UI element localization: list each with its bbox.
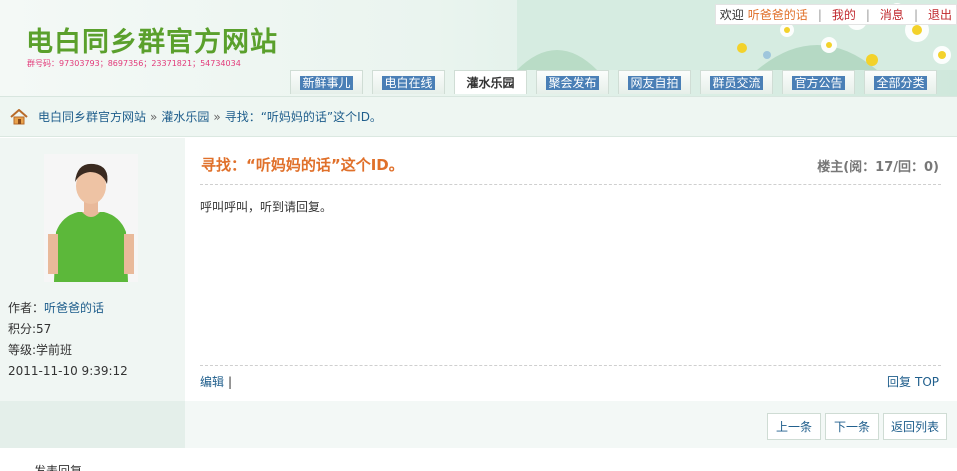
site-title: 电白同乡群官方网站: [26, 27, 278, 58]
post-meta: 楼主(阅：17/回：0): [817, 160, 939, 175]
back-to-list-button[interactable]: 返回列表: [883, 413, 947, 440]
avatar[interactable]: [44, 154, 138, 282]
author-panel-footer: [0, 401, 185, 448]
user-photo-icon: [44, 154, 138, 282]
nav-label: 电白在线: [382, 75, 435, 90]
reply-section-heading: …发表回复: [22, 464, 83, 471]
breadcrumb-section-link[interactable]: 灌水乐园: [161, 108, 209, 125]
author-level: 等级:学前班: [8, 343, 73, 357]
nav-item-water-park[interactable]: 灌水乐园: [454, 70, 527, 94]
author-label: 作者：: [8, 301, 45, 315]
main-nav: 新鲜事儿 电白在线 灌水乐园 聚会发布 网友自拍 群员交流 官方公告 全部分类: [290, 70, 946, 94]
logout-link[interactable]: 退出: [928, 6, 952, 23]
post-body: 呼叫呼叫，听到请回复。: [200, 200, 333, 214]
welcome-text: 欢迎: [719, 8, 744, 22]
nav-item-dianbai-online[interactable]: 电白在线: [372, 70, 445, 94]
site-header: 电白同乡群官方网站 群号码：97303793；8697356；23371821；…: [0, 0, 957, 97]
post-edit-area: 编辑 |: [200, 373, 232, 390]
nav-item-gathering[interactable]: 聚会发布: [536, 70, 609, 94]
top-link[interactable]: TOP: [915, 375, 939, 389]
nav-label: 网友自拍: [628, 75, 681, 90]
breadcrumb-separator: »: [213, 109, 221, 124]
nav-label: 群员交流: [710, 75, 763, 90]
edit-link[interactable]: 编辑: [200, 375, 224, 389]
divider: [200, 184, 941, 185]
breadcrumb-current: 寻找：“听妈妈的话”这个ID。: [224, 110, 382, 124]
post-reply-area: 回复 TOP: [883, 373, 939, 390]
nav-item-member-chat[interactable]: 群员交流: [700, 70, 773, 94]
author-points: 积分:57: [8, 322, 52, 336]
nav-item-all-categories[interactable]: 全部分类: [864, 70, 937, 94]
author-panel: 作者：听爸爸的话 积分:57 等级:学前班 2011-11-10 9:39:12: [0, 138, 185, 401]
divider: |: [228, 375, 233, 389]
nav-label: 聚会发布: [546, 75, 599, 90]
breadcrumb-home-link[interactable]: 电白同乡群官方网站: [38, 108, 146, 125]
divider: |: [817, 7, 822, 22]
post-time: 2011-11-10 9:39:12: [8, 364, 128, 378]
nav-label: 新鲜事儿: [300, 75, 353, 90]
username-link[interactable]: 听爸爸的话: [748, 6, 808, 23]
group-ids: 群号码：97303793；8697356；23371821；54734034: [27, 59, 241, 68]
post-card: 寻找：“听妈妈的话”这个ID。 楼主(阅：17/回：0) 呼叫呼叫，听到请回复。…: [185, 138, 957, 401]
nav-label: 全部分类: [874, 75, 927, 90]
nav-item-fresh[interactable]: 新鲜事儿: [290, 70, 363, 94]
divider: |: [865, 7, 870, 22]
breadcrumb-separator: »: [150, 109, 158, 124]
home-icon[interactable]: [10, 108, 28, 125]
author-name-link[interactable]: 听爸爸的话: [44, 301, 104, 315]
nav-item-announcement[interactable]: 官方公告: [782, 70, 855, 94]
next-button[interactable]: 下一条: [825, 413, 879, 440]
nav-item-selfie[interactable]: 网友自拍: [618, 70, 691, 94]
user-bar: 欢迎 听爸爸的话 | 我的 | 消息 | 退出: [714, 4, 957, 25]
divider: |: [913, 7, 918, 22]
author-row: 作者：听爸爸的话: [8, 298, 128, 319]
nav-label: 灌水乐园: [466, 75, 515, 90]
mine-link[interactable]: 我的: [832, 6, 856, 23]
post-actions: 上一条 下一条 返回列表: [185, 401, 957, 448]
author-info: 作者：听爸爸的话 积分:57 等级:学前班 2011-11-10 9:39:12: [8, 298, 128, 382]
reply-link[interactable]: 回复: [887, 375, 911, 389]
breadcrumb: 电白同乡群官方网站 » 灌水乐园 » 寻找：“听妈妈的话”这个ID。: [0, 97, 957, 137]
divider: [200, 365, 941, 366]
nav-label: 官方公告: [792, 75, 845, 90]
prev-button[interactable]: 上一条: [767, 413, 821, 440]
messages-link[interactable]: 消息: [880, 6, 904, 23]
post-title: 寻找：“听妈妈的话”这个ID。: [201, 156, 404, 174]
